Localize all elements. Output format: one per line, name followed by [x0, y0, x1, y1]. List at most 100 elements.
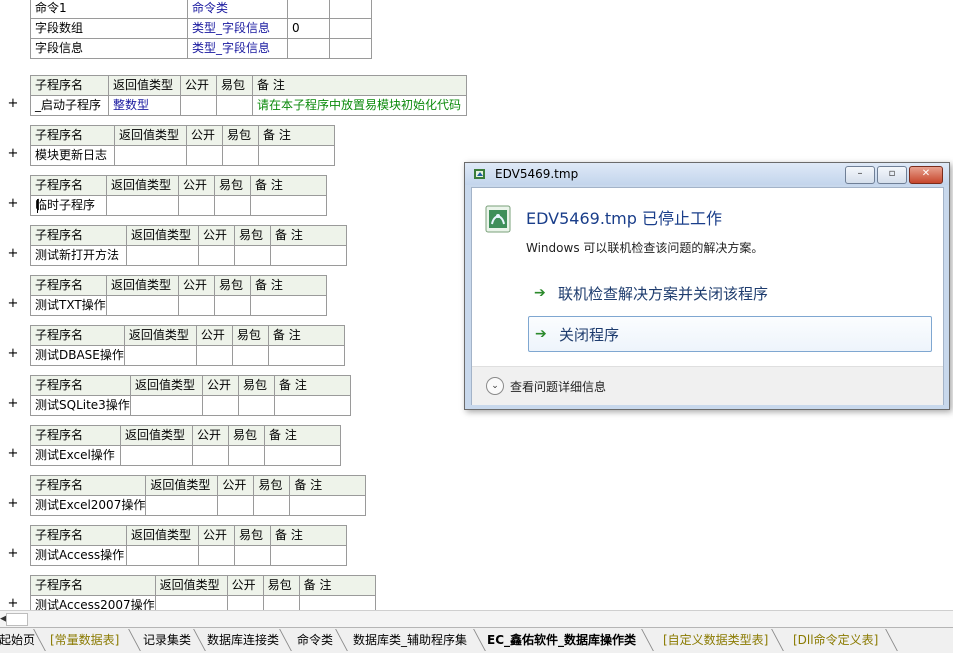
- subroutine-public: [217, 495, 255, 516]
- check-online-option[interactable]: ➔ 联机检查解决方案并关闭该程序: [528, 276, 930, 310]
- header-easy-package: 易包: [234, 525, 271, 546]
- tab-separator: [193, 629, 206, 651]
- subroutine-name: 测试Access操作: [30, 545, 127, 566]
- tab-3[interactable]: 数据库连接类: [207, 631, 279, 649]
- view-details-link[interactable]: 查看问题详细信息: [510, 378, 606, 395]
- subroutine-note: [270, 545, 347, 566]
- minimize-button[interactable]: –: [845, 166, 875, 184]
- subroutine-note: 请在本子程序中放置易模块初始化代码: [252, 95, 467, 116]
- tab-separator: [128, 629, 141, 651]
- variable-extra: 0: [287, 18, 330, 39]
- expand-icon[interactable]: +: [7, 96, 19, 111]
- close-program-label: 关闭程序: [559, 326, 620, 344]
- expand-icon[interactable]: +: [7, 596, 19, 610]
- tab-1[interactable]: [常量数据表]: [50, 631, 119, 649]
- subroutine-row[interactable]: 测试Excel操作: [30, 445, 341, 466]
- subroutine-return-type: [145, 495, 219, 516]
- header-easy-package: 易包: [214, 175, 251, 196]
- chevron-down-icon[interactable]: ⌄: [486, 377, 504, 395]
- header-note: 备 注: [252, 75, 467, 96]
- subroutine-name: 测试TXT操作: [30, 295, 107, 316]
- subroutine-table: 子程序名 返回值类型 公开 易包备 注测试TXT操作: [30, 275, 327, 316]
- header-public: 公开: [198, 525, 235, 546]
- maximize-button[interactable]: ▫: [877, 166, 907, 184]
- expand-icon[interactable]: +: [7, 146, 19, 161]
- subroutine-table: 子程序名 返回值类型 公开 易包备 注测试DBASE操作: [30, 325, 345, 366]
- dialog-titlebar[interactable]: EDV5469.tmp – ▫ ✕: [465, 163, 949, 185]
- subroutine-row[interactable]: 测试新打开方法: [30, 245, 347, 266]
- header-return-type: 返回值类型: [126, 525, 199, 546]
- header-public: 公开: [192, 425, 229, 446]
- subroutine-table: 子程序名 返回值类型 公开 易包备 注临时子程序: [30, 175, 327, 216]
- subroutine-public: [192, 445, 229, 466]
- subroutine-table: 子程序名 返回值类型 公开 易包备 注 _启动子程序 整数型 请在本子程序中放置易模块初始化…: [30, 75, 467, 116]
- expand-icon[interactable]: +: [7, 346, 19, 361]
- subroutine-row[interactable]: _启动子程序 整数型 请在本子程序中放置易模块初始化代码: [30, 95, 467, 116]
- subroutine-note: [258, 145, 335, 166]
- close-program-option[interactable]: ➔ 关闭程序: [528, 316, 932, 352]
- subroutine-name: _启动子程序: [30, 95, 109, 116]
- expand-icon[interactable]: +: [7, 546, 19, 561]
- header-public: 公开: [226, 575, 264, 596]
- subroutine-easy-package: [234, 245, 271, 266]
- expand-icon[interactable]: +: [7, 296, 19, 311]
- text-cursor: [37, 199, 38, 213]
- subroutine-row[interactable]: 测试Access操作: [30, 545, 347, 566]
- subroutine-header-row: 子程序名 返回值类型 公开 易包备 注: [30, 575, 376, 596]
- tab-separator: [279, 629, 292, 651]
- variable-name: 字段数组: [30, 18, 188, 39]
- subroutine-row[interactable]: 模块更新日志: [30, 145, 335, 166]
- scroll-thumb[interactable]: [6, 613, 28, 626]
- subroutine-row[interactable]: 测试Access2007操作: [30, 595, 376, 610]
- subroutine-easy-package: [228, 445, 265, 466]
- tab-0[interactable]: 起始页: [0, 631, 35, 649]
- header-name: 子程序名: [30, 125, 115, 146]
- subroutine-row[interactable]: 测试TXT操作: [30, 295, 327, 316]
- tab-5[interactable]: 数据库类_辅助程序集: [353, 631, 467, 649]
- expand-icon[interactable]: +: [7, 396, 19, 411]
- header-name: 子程序名: [30, 375, 131, 396]
- subroutine-row[interactable]: 测试SQLite3操作: [30, 395, 351, 416]
- expand-icon[interactable]: +: [7, 196, 19, 211]
- header-name: 子程序名: [30, 325, 125, 346]
- tab-7[interactable]: [自定义数据类型表]: [663, 631, 768, 649]
- subroutine-easy-package: [238, 395, 275, 416]
- expand-icon[interactable]: +: [7, 496, 19, 511]
- tab-2[interactable]: 记录集类: [143, 631, 191, 649]
- tab-8[interactable]: [Dll命令定义表]: [793, 631, 878, 649]
- variable-row[interactable]: 字段数组 类型_字段信息 0: [30, 18, 372, 39]
- expand-icon[interactable]: +: [7, 446, 19, 461]
- header-public: 公开: [198, 225, 235, 246]
- subroutine-easy-package: [262, 595, 300, 610]
- header-public: 公开: [178, 175, 215, 196]
- subroutine-easy-package: [231, 345, 269, 366]
- header-public: 公开: [217, 475, 255, 496]
- subroutine-note: [250, 195, 327, 216]
- dialog-heading: EDV5469.tmp 已停止工作: [526, 209, 723, 228]
- header-name: 子程序名: [30, 225, 127, 246]
- subroutine-return-type: [123, 345, 197, 366]
- header-name: 子程序名: [30, 75, 109, 96]
- subroutine-row[interactable]: 测试Excel2007操作: [29, 495, 367, 516]
- dialog-body: EDV5469.tmp 已停止工作 Windows 可以联机检查该问题的解决方案…: [471, 187, 944, 405]
- header-return-type: 返回值类型: [154, 575, 228, 596]
- tab-4[interactable]: 命令类: [297, 631, 333, 649]
- header-return-type: 返回值类型: [114, 125, 187, 146]
- variable-row[interactable]: 字段信息 类型_字段信息: [30, 38, 372, 59]
- tab-6[interactable]: EC_鑫佑软件_数据库操作类: [487, 631, 636, 649]
- dialog-subtext: Windows 可以联机检查该问题的解决方案。: [526, 241, 764, 255]
- subroutine-public: [198, 545, 235, 566]
- subroutine-table: 子程序名 返回值类型 公开 易包备 注测试Excel操作: [30, 425, 341, 466]
- subroutine-easy-package: [222, 145, 259, 166]
- subroutine-row[interactable]: 测试DBASE操作: [30, 345, 345, 366]
- expand-icon[interactable]: +: [7, 246, 19, 261]
- close-button[interactable]: ✕: [909, 166, 943, 184]
- variable-row[interactable]: 命令1 命令类: [30, 0, 372, 19]
- variable-extra: [287, 0, 330, 19]
- tab-separator: [473, 629, 486, 651]
- subroutine-note: [264, 445, 341, 466]
- horizontal-scrollbar[interactable]: ◀: [0, 610, 953, 628]
- header-return-type: 返回值类型: [123, 325, 197, 346]
- tab-separator: [885, 629, 898, 651]
- subroutine-row[interactable]: 临时子程序: [30, 195, 327, 216]
